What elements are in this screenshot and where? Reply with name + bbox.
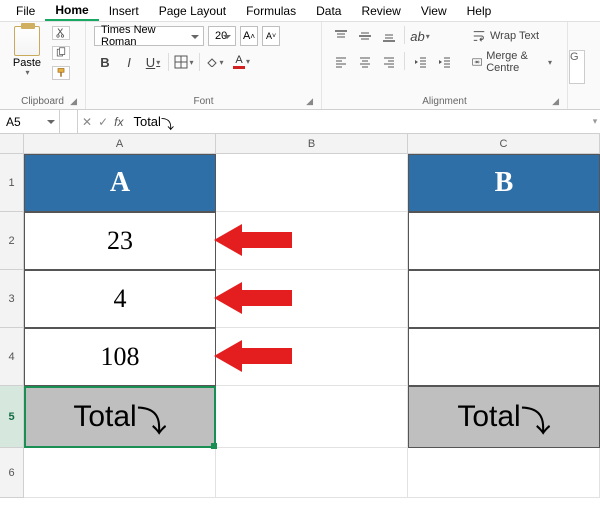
clipboard-launcher-icon[interactable]: ◢: [70, 96, 77, 107]
cell-a1[interactable]: A: [24, 154, 216, 212]
paste-button[interactable]: Paste▾: [8, 26, 46, 77]
align-left-button[interactable]: [330, 52, 352, 72]
menu-home[interactable]: Home: [45, 1, 98, 21]
menu-insert[interactable]: Insert: [99, 2, 149, 20]
font-group-label: Font: [193, 96, 213, 107]
annotation-arrow-icon: [214, 278, 294, 318]
col-header-a[interactable]: A: [24, 134, 216, 154]
menu-formulas[interactable]: Formulas: [236, 2, 306, 20]
align-bottom-button[interactable]: [378, 26, 400, 46]
decrease-indent-button[interactable]: [409, 52, 431, 72]
ribbon: Paste▾ Clipboard ◢ Times New Roman 20 A˄ …: [0, 22, 600, 110]
ribbon-overflow-button[interactable]: G: [569, 50, 585, 84]
font-name-combo[interactable]: Times New Roman: [94, 26, 204, 46]
menu-page-layout[interactable]: Page Layout: [149, 2, 236, 20]
cell-c6[interactable]: [408, 448, 600, 498]
worksheet: A B C 1 A B 2 23 3 4 4 108 5 Total ⤵ Tot…: [0, 134, 600, 518]
menu-view[interactable]: View: [411, 2, 457, 20]
menu-review[interactable]: Review: [351, 2, 410, 20]
row-header-3[interactable]: 3: [0, 270, 24, 328]
row-header-4[interactable]: 4: [0, 328, 24, 386]
wrap-text-button[interactable]: Wrap Text: [465, 26, 559, 46]
menu-data[interactable]: Data: [306, 2, 351, 20]
increase-font-button[interactable]: A˄: [240, 26, 258, 46]
merge-icon: [472, 55, 482, 69]
row-header-2[interactable]: 2: [0, 212, 24, 270]
annotation-arrow-icon: [214, 220, 294, 260]
font-size-combo[interactable]: 20: [208, 26, 236, 46]
ribbon-overflow: G: [568, 22, 586, 109]
font-launcher-icon[interactable]: ◢: [306, 96, 313, 107]
menu-bar: File Home Insert Page Layout Formulas Da…: [0, 0, 600, 22]
cell-a4[interactable]: 108: [24, 328, 216, 386]
borders-button[interactable]: ▾: [173, 52, 195, 72]
fx-icon[interactable]: fx: [114, 115, 123, 129]
alignment-group-label: Alignment: [422, 96, 466, 107]
align-center-button[interactable]: [354, 52, 376, 72]
col-header-c[interactable]: C: [408, 134, 600, 154]
align-middle-button[interactable]: [354, 26, 376, 46]
font-color-button[interactable]: A▾: [228, 52, 250, 72]
formula-bar: A5 ✕ ✓ fx Total ⤵ ▾: [0, 110, 600, 134]
merge-centre-button[interactable]: Merge & Centre▾: [465, 52, 559, 72]
expand-formula-bar-icon[interactable]: ▾: [590, 116, 600, 127]
select-all-corner[interactable]: [0, 134, 24, 154]
ribbon-group-alignment: ab▾ Wrap Text Merge & Ce: [322, 22, 568, 109]
cell-a2[interactable]: 23: [24, 212, 216, 270]
formula-input[interactable]: Total ⤵: [127, 112, 590, 131]
wrap-text-icon: [472, 29, 486, 43]
ribbon-group-font: Times New Roman 20 A˄ A˅ B I U▾ ▾ ▾ A▾ F…: [86, 22, 322, 109]
menu-file[interactable]: File: [6, 2, 45, 20]
decrease-font-button[interactable]: A˅: [262, 26, 280, 46]
cell-c5[interactable]: Total ⤵: [408, 386, 600, 448]
cell-b6[interactable]: [216, 448, 408, 498]
align-right-button[interactable]: [378, 52, 400, 72]
cell-c1[interactable]: B: [408, 154, 600, 212]
ribbon-group-clipboard: Paste▾ Clipboard ◢: [0, 22, 86, 109]
align-top-button[interactable]: [330, 26, 352, 46]
alignment-launcher-icon[interactable]: ◢: [552, 96, 559, 107]
arrow-down-icon: ⤵: [161, 114, 174, 133]
cell-a6[interactable]: [24, 448, 216, 498]
confirm-formula-icon[interactable]: ✓: [98, 115, 108, 129]
cell-b5[interactable]: [216, 386, 408, 448]
annotation-arrow-icon: [214, 336, 294, 376]
cell-a3[interactable]: 4: [24, 270, 216, 328]
menu-help[interactable]: Help: [457, 2, 502, 20]
format-painter-button[interactable]: [52, 66, 70, 80]
italic-button[interactable]: I: [118, 52, 140, 72]
cell-a5[interactable]: Total ⤵: [24, 386, 216, 448]
cell-c2[interactable]: [408, 212, 600, 270]
row-header-5[interactable]: 5: [0, 386, 24, 448]
clipboard-group-label: Clipboard: [21, 96, 64, 107]
underline-button[interactable]: U▾: [142, 52, 164, 72]
cell-c4[interactable]: [408, 328, 600, 386]
row-header-6[interactable]: 6: [0, 448, 24, 498]
orientation-button[interactable]: ab▾: [409, 26, 431, 46]
row-header-1[interactable]: 1: [0, 154, 24, 212]
fill-color-button[interactable]: ▾: [204, 52, 226, 72]
cell-c3[interactable]: [408, 270, 600, 328]
name-box[interactable]: A5: [0, 110, 60, 133]
cell-b1[interactable]: [216, 154, 408, 212]
cut-button[interactable]: [52, 26, 70, 40]
clipboard-icon: [14, 26, 40, 56]
cancel-formula-icon[interactable]: ✕: [82, 115, 92, 129]
col-header-b[interactable]: B: [216, 134, 408, 154]
copy-button[interactable]: [52, 46, 70, 60]
bold-button[interactable]: B: [94, 52, 116, 72]
increase-indent-button[interactable]: [433, 52, 455, 72]
